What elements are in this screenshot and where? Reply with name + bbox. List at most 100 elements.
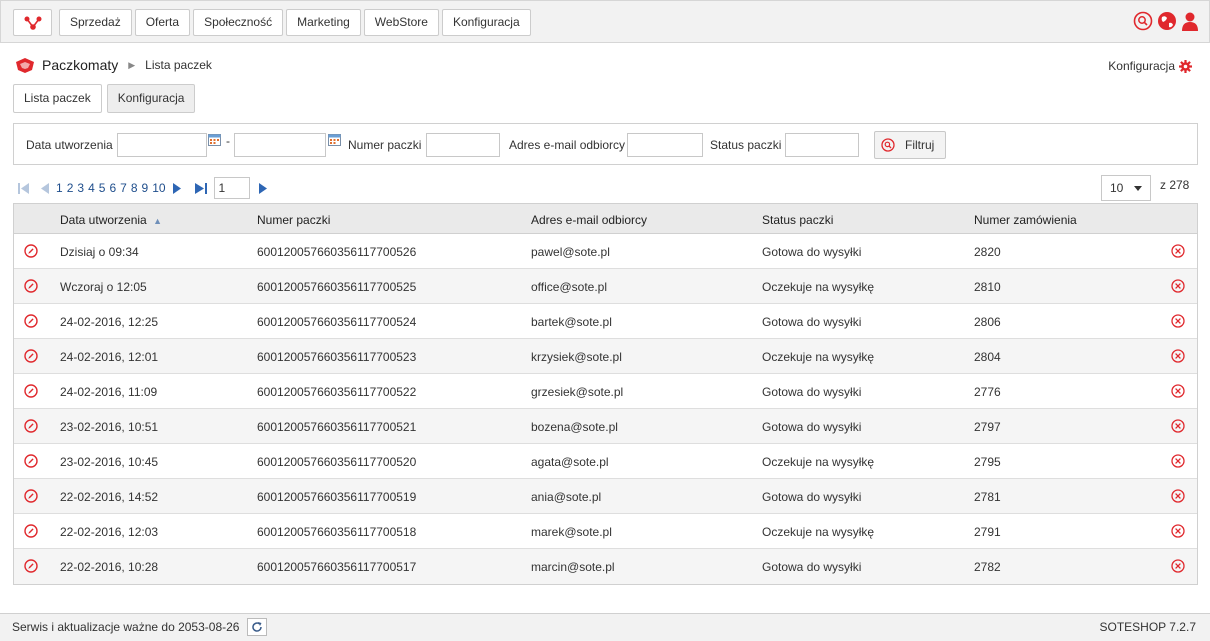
- column-header-package-status[interactable]: Status paczki: [762, 213, 833, 227]
- page-number[interactable]: 2: [67, 181, 74, 195]
- edit-icon[interactable]: [24, 489, 38, 503]
- cell-package-status: Gotowa do wysyłki: [762, 245, 862, 259]
- delete-icon[interactable]: [1171, 349, 1185, 363]
- nav-webstore[interactable]: WebStore: [363, 9, 439, 36]
- cell-order-number: 2791: [974, 525, 1001, 539]
- page-number[interactable]: 3: [77, 181, 84, 195]
- delete-icon[interactable]: [1171, 419, 1185, 433]
- table-row[interactable]: 24-02-2016, 11:09 60012005766035611770052…: [14, 374, 1197, 409]
- page-number[interactable]: 5: [99, 181, 106, 195]
- edit-icon[interactable]: [24, 454, 38, 468]
- delete-icon[interactable]: [1171, 524, 1185, 538]
- date-from-input[interactable]: [117, 133, 207, 157]
- table-row[interactable]: 22-02-2016, 12:03 60012005766035611770051…: [14, 514, 1197, 549]
- breadcrumb-arrow-icon: ▶: [128, 59, 136, 70]
- cell-package-status: Oczekuje na wysyłkę: [762, 525, 875, 539]
- page-number[interactable]: 7: [120, 181, 127, 195]
- sort-ascending-icon: ▲: [153, 216, 162, 226]
- nav-marketing[interactable]: Marketing: [286, 9, 361, 36]
- go-to-page-icon[interactable]: [258, 182, 268, 194]
- next-page-icon[interactable]: [172, 182, 182, 194]
- home-logo-button[interactable]: [13, 9, 52, 36]
- cell-date: 22-02-2016, 14:52: [60, 490, 159, 504]
- delete-icon[interactable]: [1171, 454, 1185, 468]
- table-row[interactable]: 24-02-2016, 12:25 60012005766035611770052…: [14, 304, 1197, 339]
- edit-icon[interactable]: [24, 244, 38, 258]
- cell-order-number: 2806: [974, 315, 1001, 329]
- nav-offer[interactable]: Oferta: [134, 9, 191, 36]
- edit-icon[interactable]: [24, 314, 38, 328]
- nav-community[interactable]: Społeczność: [193, 9, 284, 36]
- recipient-email-label: Adres e-mail odbiorcy: [509, 138, 626, 152]
- cell-package-number: 600120057660356117700518: [257, 525, 417, 539]
- user-icon[interactable]: [1181, 11, 1199, 31]
- tab-configuration[interactable]: Konfiguracja: [106, 84, 196, 113]
- search-icon[interactable]: [1133, 11, 1153, 31]
- table-row[interactable]: Wczoraj o 12:05 600120057660356117700525 o…: [14, 269, 1197, 304]
- page-number[interactable]: 6: [109, 181, 116, 195]
- table-row[interactable]: 23-02-2016, 10:45 60012005766035611770052…: [14, 444, 1197, 479]
- delete-icon[interactable]: [1171, 559, 1185, 573]
- recipient-email-input[interactable]: [627, 133, 703, 157]
- last-page-icon[interactable]: [194, 182, 208, 194]
- page-number[interactable]: 4: [88, 181, 95, 195]
- globe-icon[interactable]: [1157, 11, 1177, 31]
- footer-bar: Serwis i aktualizacje ważne do 2053-08-2…: [0, 613, 1210, 641]
- date-to-input[interactable]: [234, 133, 326, 157]
- first-page-icon[interactable]: [18, 182, 30, 194]
- column-header-order-number[interactable]: Numer zamówienia: [974, 213, 1077, 227]
- column-header-recipient-email[interactable]: Adres e-mail odbiorcy: [531, 213, 647, 227]
- main-menu: Sprzedaż Oferta Społeczność Marketing We…: [59, 9, 531, 36]
- page-number-input[interactable]: 1: [213, 177, 250, 199]
- delete-icon[interactable]: [1171, 489, 1185, 503]
- cell-recipient-email: grzesiek@sote.pl: [531, 385, 624, 399]
- items-per-page-select[interactable]: 10: [1101, 175, 1151, 201]
- edit-icon[interactable]: [24, 419, 38, 433]
- edit-icon[interactable]: [24, 384, 38, 398]
- column-header-package-number[interactable]: Numer paczki: [257, 213, 330, 227]
- filter-button[interactable]: Filtruj: [874, 131, 946, 159]
- edit-icon[interactable]: [24, 559, 38, 573]
- edit-icon[interactable]: [24, 524, 38, 538]
- table-body: Dzisiaj o 09:34 600120057660356117700526 p…: [14, 234, 1197, 584]
- cell-date: 24-02-2016, 12:01: [60, 350, 159, 364]
- nav-configuration[interactable]: Konfiguracja: [441, 9, 531, 36]
- page-number[interactable]: 1: [56, 181, 63, 195]
- package-number-input[interactable]: [426, 133, 500, 157]
- table-row[interactable]: 24-02-2016, 12:01 60012005766035611770052…: [14, 339, 1197, 374]
- calendar-icon[interactable]: [208, 134, 221, 146]
- cell-package-number: 600120057660356117700521: [257, 420, 417, 434]
- table-row[interactable]: 22-02-2016, 10:28 60012005766035611770051…: [14, 549, 1197, 584]
- column-header-date-label: Data utworzenia: [60, 213, 147, 227]
- cell-date: Wczoraj o 12:05: [60, 280, 147, 294]
- nav-sales[interactable]: Sprzedaż: [59, 9, 132, 36]
- edit-icon[interactable]: [24, 349, 38, 363]
- delete-icon[interactable]: [1171, 314, 1185, 328]
- cell-order-number: 2782: [974, 560, 1001, 574]
- cell-order-number: 2797: [974, 420, 1001, 434]
- configuration-link-label: Konfiguracja: [1108, 59, 1175, 73]
- delete-icon[interactable]: [1171, 279, 1185, 293]
- cell-order-number: 2795: [974, 455, 1001, 469]
- page-number[interactable]: 8: [131, 181, 138, 195]
- page-number[interactable]: 10: [152, 181, 165, 195]
- page-number[interactable]: 9: [142, 181, 149, 195]
- previous-page-icon[interactable]: [40, 182, 50, 194]
- delete-icon[interactable]: [1171, 384, 1185, 398]
- cell-recipient-email: marek@sote.pl: [531, 525, 612, 539]
- cell-order-number: 2776: [974, 385, 1001, 399]
- package-status-input[interactable]: [785, 133, 859, 157]
- calendar-icon[interactable]: [328, 134, 341, 146]
- column-header-date[interactable]: Data utworzenia ▲: [60, 213, 162, 227]
- delete-icon[interactable]: [1171, 244, 1185, 258]
- table-row[interactable]: Dzisiaj o 09:34 600120057660356117700526 p…: [14, 234, 1197, 269]
- refresh-button[interactable]: [247, 618, 267, 636]
- table-row[interactable]: 22-02-2016, 14:52 60012005766035611770051…: [14, 479, 1197, 514]
- module-title[interactable]: Paczkomaty: [42, 57, 118, 73]
- configuration-link[interactable]: Konfiguracja: [1108, 59, 1192, 73]
- breadcrumb-current: Lista paczek: [145, 58, 212, 72]
- tab-package-list[interactable]: Lista paczek: [13, 84, 102, 113]
- cell-recipient-email: pawel@sote.pl: [531, 245, 610, 259]
- table-row[interactable]: 23-02-2016, 10:51 60012005766035611770052…: [14, 409, 1197, 444]
- edit-icon[interactable]: [24, 279, 38, 293]
